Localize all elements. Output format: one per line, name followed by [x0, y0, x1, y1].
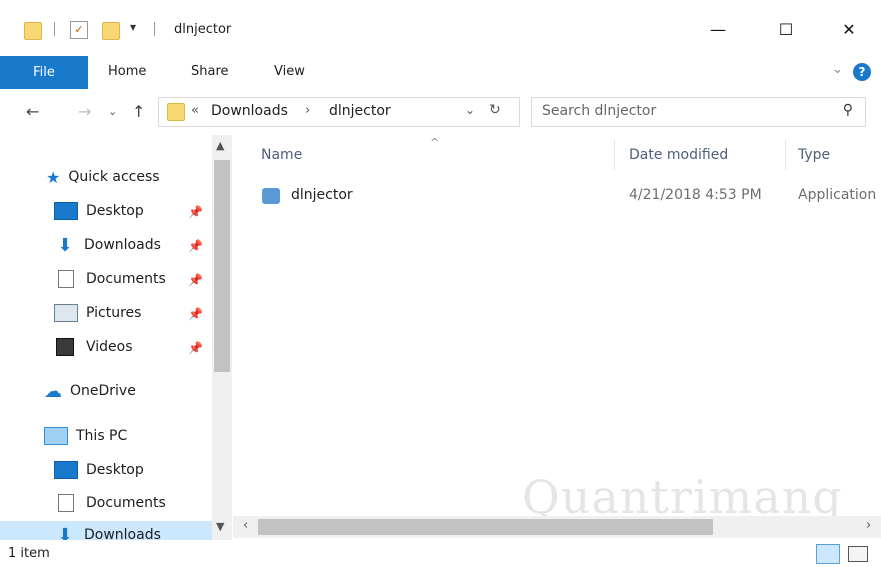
scroll-right-icon[interactable]: ›	[866, 518, 871, 533]
nav-item-documents[interactable]: Documents	[54, 267, 166, 291]
minimize-button[interactable]: —	[695, 14, 741, 44]
tab-share[interactable]: Share	[191, 64, 229, 79]
status-bar: 1 item	[0, 540, 881, 567]
close-button[interactable]: ✕	[826, 14, 872, 44]
search-icon[interactable]: ⚲	[843, 102, 853, 118]
nav-scrollbar-thumb[interactable]	[214, 160, 230, 372]
pin-icon[interactable]: 📌	[188, 239, 203, 253]
overflow-chevron[interactable]: «	[191, 103, 199, 118]
forward-arrow-icon[interactable]: →	[78, 102, 91, 121]
nav-pc-downloads[interactable]: ⬇ Downloads	[0, 521, 212, 540]
search-box[interactable]: Search dlnjector ⚲	[531, 97, 866, 127]
application-icon	[262, 188, 280, 204]
title-bar: ✓ ▾ dlnjector — ☐ ✕	[0, 0, 881, 56]
breadcrumb-separator[interactable]: ›	[305, 103, 310, 118]
scroll-up-icon[interactable]: ▲	[216, 139, 224, 152]
item-count: 1 item	[8, 546, 50, 561]
nav-item-downloads[interactable]: ⬇ Downloads	[54, 233, 161, 257]
file-date: 4/21/2018 4:53 PM	[629, 187, 762, 203]
download-arrow-icon: ⬇	[57, 234, 73, 256]
divider	[54, 22, 55, 36]
document-icon	[58, 270, 74, 288]
nav-label: OneDrive	[70, 383, 136, 399]
sort-ascending-icon: ^	[430, 136, 440, 149]
help-icon[interactable]: ?	[853, 63, 871, 81]
breadcrumb-downloads[interactable]: Downloads	[211, 103, 288, 119]
horizontal-scrollbar-thumb[interactable]	[258, 519, 713, 535]
window-title: dlnjector	[174, 22, 232, 37]
column-header-date[interactable]: Date modified	[629, 147, 728, 163]
scroll-down-icon[interactable]: ▼	[216, 520, 224, 533]
file-type: Application	[798, 187, 877, 203]
desktop-icon	[54, 202, 78, 220]
nav-label: Videos	[86, 339, 133, 355]
computer-icon	[44, 427, 68, 445]
folder-icon	[167, 103, 185, 121]
expand-ribbon-icon[interactable]: ⌄	[832, 62, 843, 77]
nav-label: Documents	[86, 271, 166, 287]
nav-item-videos[interactable]: Videos	[54, 335, 133, 359]
maximize-button[interactable]: ☐	[763, 14, 809, 44]
file-name: dlnjector	[291, 187, 353, 203]
breadcrumb-dlnjector[interactable]: dlnjector	[329, 103, 391, 119]
divider	[154, 22, 155, 36]
nav-label: Pictures	[86, 305, 142, 321]
column-header-type[interactable]: Type	[798, 147, 830, 163]
folder-icon	[24, 22, 42, 40]
new-folder-icon[interactable]	[102, 22, 120, 40]
videos-icon	[56, 338, 74, 356]
nav-label: Documents	[86, 495, 166, 511]
scroll-left-icon[interactable]: ‹	[243, 518, 248, 533]
download-arrow-icon: ⬇	[57, 525, 73, 540]
star-icon: ★	[46, 167, 61, 187]
column-header-name[interactable]: Name	[261, 147, 302, 163]
column-divider[interactable]	[614, 140, 615, 170]
nav-onedrive[interactable]: ☁ OneDrive	[44, 379, 136, 403]
nav-pc-documents[interactable]: Documents	[54, 491, 166, 515]
cloud-icon: ☁	[44, 380, 62, 402]
document-icon	[58, 494, 74, 512]
tab-home[interactable]: Home	[108, 64, 146, 79]
nav-this-pc[interactable]: This PC	[44, 424, 127, 448]
tab-file[interactable]: File	[0, 56, 88, 89]
address-dropdown-icon[interactable]: ⌄	[465, 103, 475, 117]
file-row[interactable]: dlnjector 4/21/2018 4:53 PM Application	[240, 182, 881, 210]
nav-item-desktop[interactable]: Desktop	[54, 199, 144, 223]
pin-icon[interactable]: 📌	[188, 205, 203, 219]
details-view-icon[interactable]	[816, 544, 840, 564]
back-arrow-icon[interactable]: ←	[26, 102, 39, 121]
properties-icon[interactable]: ✓	[70, 21, 88, 39]
nav-pc-desktop[interactable]: Desktop	[54, 458, 144, 482]
refresh-icon[interactable]: ↻	[489, 102, 501, 118]
nav-label: Quick access	[68, 169, 160, 185]
nav-label: Downloads	[84, 237, 161, 253]
nav-label: This PC	[76, 428, 128, 444]
pin-icon[interactable]: 📌	[188, 307, 203, 321]
desktop-icon	[54, 461, 78, 479]
nav-quick-access[interactable]: ★ Quick access	[46, 165, 160, 189]
up-arrow-icon[interactable]: ↑	[132, 102, 145, 121]
tab-view[interactable]: View	[274, 64, 305, 79]
pin-icon[interactable]: 📌	[188, 273, 203, 287]
pin-icon[interactable]: 📌	[188, 341, 203, 355]
recent-locations-icon[interactable]: ⌄	[108, 105, 117, 118]
address-bar[interactable]: « Downloads › dlnjector ⌄ ↻	[158, 97, 520, 127]
column-divider[interactable]	[785, 140, 786, 170]
nav-item-pictures[interactable]: Pictures	[54, 301, 141, 325]
pictures-icon	[54, 304, 78, 322]
large-icons-view-icon[interactable]	[848, 546, 868, 562]
navigation-pane: ★ Quick access Desktop 📌 ⬇ Downloads 📌 D…	[0, 135, 233, 540]
nav-label: Desktop	[86, 203, 144, 219]
nav-label: Desktop	[86, 462, 144, 478]
nav-label: Downloads	[84, 527, 161, 540]
ribbon: File Home Share View ⌄ ?	[0, 56, 881, 90]
search-input[interactable]: Search dlnjector	[542, 103, 656, 119]
customize-toolbar-icon[interactable]: ▾	[130, 20, 136, 34]
